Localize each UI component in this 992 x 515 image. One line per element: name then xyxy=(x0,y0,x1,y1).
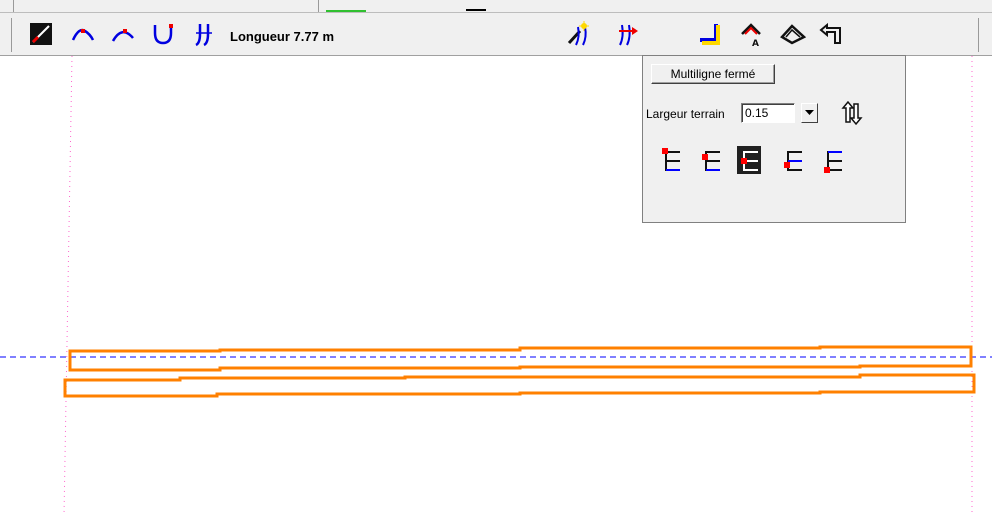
strip-dark-mark xyxy=(466,9,486,11)
pencil-icon[interactable] xyxy=(28,21,54,47)
align-left-mid-icon[interactable] xyxy=(699,146,723,174)
width-field[interactable]: 0.15 xyxy=(741,103,795,123)
closed-multiline-button[interactable]: Multiligne fermé xyxy=(651,64,775,84)
double-wall-curve-icon[interactable] xyxy=(192,21,218,47)
width-dropdown-button[interactable] xyxy=(801,103,818,123)
roof-outline-icon[interactable] xyxy=(780,21,806,47)
strip-separator xyxy=(318,0,319,12)
strip-separator xyxy=(13,0,14,12)
wall-upper-outline[interactable] xyxy=(68,345,973,372)
left-guide-line xyxy=(63,56,73,515)
arc-tangent-icon[interactable] xyxy=(110,21,136,47)
align-right-bottom-icon[interactable] xyxy=(821,146,845,174)
chevron-down-icon xyxy=(805,110,814,115)
drawing-toolbar: Longueur 7.77 m A xyxy=(0,13,992,56)
wall-arrow-icon[interactable] xyxy=(614,21,640,47)
arc-three-points-icon[interactable] xyxy=(70,21,96,47)
swap-direction-icon[interactable] xyxy=(839,98,865,128)
align-left-top-icon[interactable] xyxy=(659,146,683,174)
corner-icon[interactable] xyxy=(698,21,724,47)
toolbar-separator xyxy=(978,18,979,52)
u-curve-icon[interactable] xyxy=(150,21,176,47)
magic-wall-icon[interactable] xyxy=(566,21,592,47)
multiline-options-panel: Multiligne fermé Largeur terrain 0.15 xyxy=(642,55,906,223)
length-readout: Longueur 7.77 m xyxy=(230,29,335,44)
undo-arrow-icon[interactable] xyxy=(818,21,844,47)
svg-text:A: A xyxy=(752,39,759,47)
align-right-mid-icon[interactable] xyxy=(781,146,805,174)
toolbar-separator xyxy=(11,18,12,52)
align-center-icon[interactable] xyxy=(737,146,761,174)
strip-green-mark xyxy=(326,10,366,12)
width-label: Largeur terrain xyxy=(646,107,725,121)
top-strip xyxy=(0,0,992,13)
roof-a-icon[interactable]: A xyxy=(740,21,766,47)
wall-lower-outline[interactable] xyxy=(63,373,976,398)
